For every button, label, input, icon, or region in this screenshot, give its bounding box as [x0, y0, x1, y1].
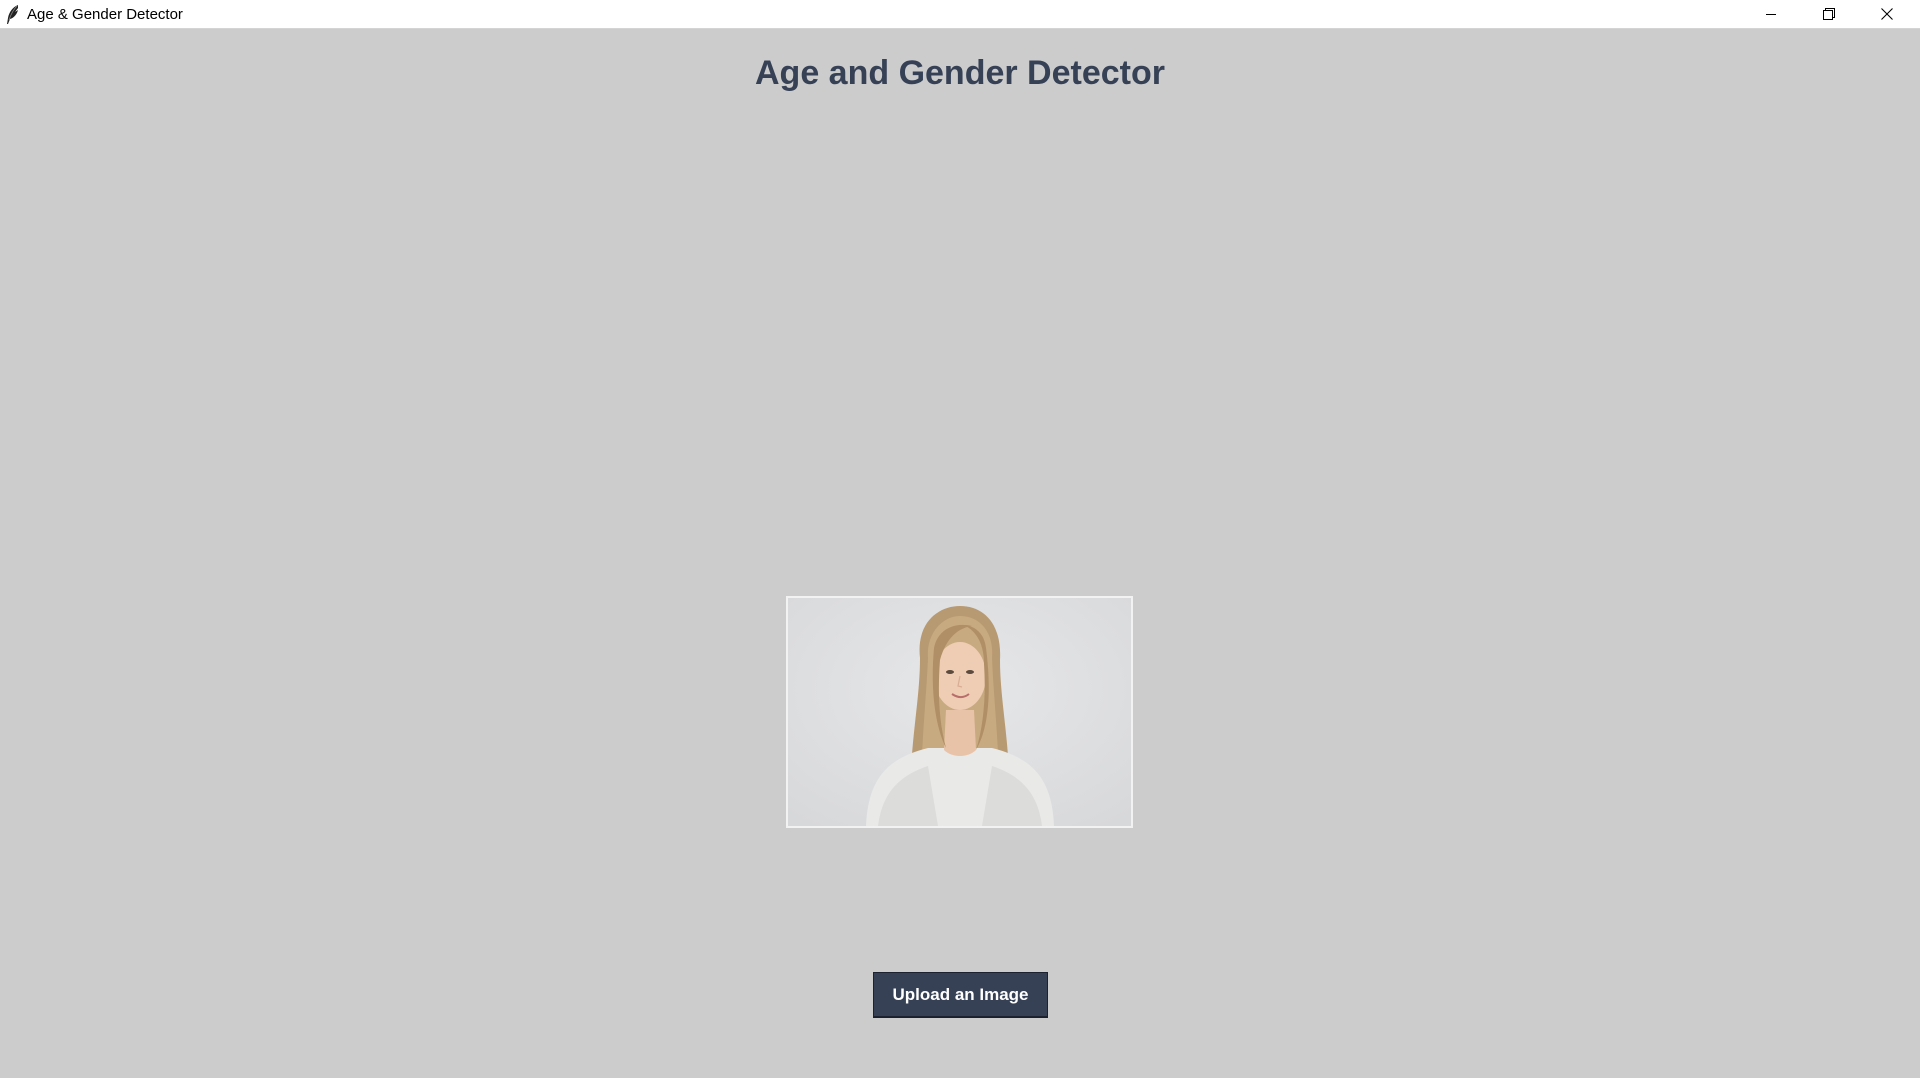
title-bar[interactable]: Age & Gender Detector [0, 0, 1920, 29]
page-title: Age and Gender Detector [755, 54, 1165, 92]
minimize-button[interactable] [1742, 0, 1800, 28]
close-icon [1881, 8, 1893, 20]
minimize-icon [1765, 8, 1777, 20]
upload-image-button[interactable]: Upload an Image [873, 972, 1048, 1017]
restore-icon [1823, 8, 1835, 20]
restore-button[interactable] [1800, 0, 1858, 28]
app-window: Age & Gender Detector Age and Gender Det… [0, 0, 1920, 1080]
app-content: Age and Gender Detector Upload an Image [1, 29, 1919, 1078]
close-button[interactable] [1858, 0, 1916, 28]
feather-icon [4, 4, 22, 25]
portrait-photo-icon [788, 598, 1131, 826]
window-title: Age & Gender Detector [27, 6, 183, 23]
uploaded-image [786, 596, 1133, 828]
